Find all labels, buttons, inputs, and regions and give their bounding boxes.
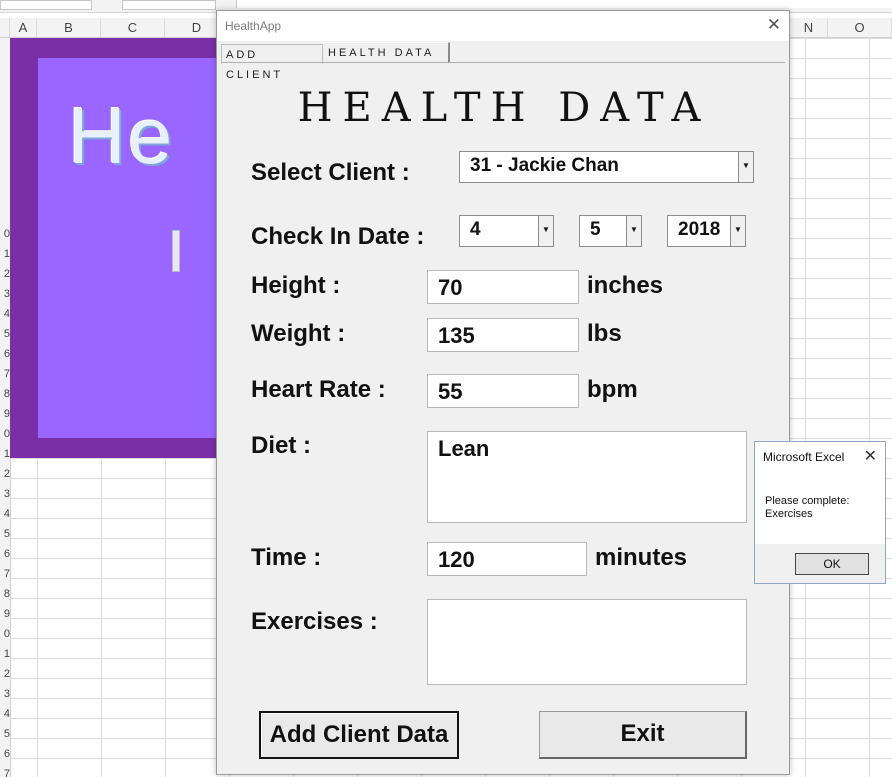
banner-button-edge[interactable]: [172, 230, 180, 272]
row-header[interactable]: 0: [0, 628, 10, 640]
year-select[interactable]: 2018 ▼: [667, 215, 746, 247]
heart-rate-label: Heart Rate :: [251, 376, 386, 403]
row-header[interactable]: 1: [0, 648, 10, 660]
row-header[interactable]: 5: [0, 528, 10, 540]
row-header[interactable]: 3: [0, 288, 10, 300]
message-line-2: Exercises: [765, 508, 813, 520]
row-header[interactable]: 2: [0, 468, 10, 480]
diet-label: Diet :: [251, 432, 311, 459]
row-header[interactable]: 5: [0, 328, 10, 340]
banner-title: He: [68, 91, 175, 180]
row-header[interactable]: 7: [0, 768, 10, 777]
formula-input[interactable]: [236, 0, 892, 8]
name-box[interactable]: [0, 0, 92, 10]
row-header[interactable]: 8: [0, 588, 10, 600]
message-box-title: Microsoft Excel: [763, 450, 845, 464]
row-header[interactable]: 6: [0, 348, 10, 360]
year-select-value: 2018: [678, 219, 721, 240]
row-header[interactable]: 5: [0, 728, 10, 740]
row-header[interactable]: 1: [0, 248, 10, 260]
column-header-a[interactable]: A: [10, 18, 37, 38]
weight-label: Weight :: [251, 320, 346, 347]
message-box-footer: OK: [755, 544, 885, 583]
row-header[interactable]: 9: [0, 408, 10, 420]
day-select[interactable]: 5 ▼: [579, 215, 642, 247]
add-client-data-button[interactable]: Add Client Data: [259, 711, 459, 759]
row-header[interactable]: 2: [0, 268, 10, 280]
formula-dropdown[interactable]: [122, 0, 216, 10]
month-select[interactable]: 4 ▼: [459, 215, 554, 247]
row-header[interactable]: 6: [0, 748, 10, 760]
column-header-n[interactable]: N: [790, 18, 828, 38]
exit-button[interactable]: Exit: [539, 711, 747, 759]
exercises-label: Exercises :: [251, 608, 378, 635]
exercises-textarea[interactable]: [427, 599, 747, 685]
chevron-down-icon[interactable]: ▼: [738, 151, 754, 183]
diet-textarea[interactable]: Lean: [427, 431, 747, 523]
tab-health-data[interactable]: HEALTH DATA: [324, 42, 450, 62]
client-select[interactable]: 31 - Jackie Chan ▼: [459, 151, 754, 183]
heart-rate-input[interactable]: 55: [427, 374, 579, 408]
chevron-down-icon[interactable]: ▼: [626, 215, 642, 247]
row-header[interactable]: 7: [0, 368, 10, 380]
weight-unit: lbs: [587, 320, 622, 347]
row-header[interactable]: 3: [0, 488, 10, 500]
row-header[interactable]: 0: [0, 428, 10, 440]
time-input[interactable]: 120: [427, 542, 587, 576]
day-select-value: 5: [590, 219, 601, 240]
height-unit: inches: [587, 272, 664, 299]
time-label: Time :: [251, 544, 322, 571]
column-header-b[interactable]: B: [37, 18, 101, 38]
time-unit: minutes: [595, 544, 688, 571]
row-header[interactable]: 2: [0, 668, 10, 680]
row-header[interactable]: 8: [0, 388, 10, 400]
message-box-text: Please complete: Exercises: [765, 495, 849, 521]
check-in-date-label: Check In Date :: [251, 223, 425, 250]
health-app-form: HealthApp ✕ ADD CLIENT HEALTH DATA HEALT…: [216, 10, 790, 775]
chevron-down-icon[interactable]: ▼: [730, 215, 746, 247]
row-header[interactable]: 7: [0, 568, 10, 580]
row-header[interactable]: 4: [0, 708, 10, 720]
row-header[interactable]: 4: [0, 508, 10, 520]
form-title-bar: HealthApp ✕: [217, 11, 789, 41]
height-label: Height :: [251, 272, 341, 299]
month-select-value: 4: [470, 219, 481, 240]
select-client-label: Select Client :: [251, 159, 410, 186]
close-icon[interactable]: ✕: [767, 15, 781, 35]
row-header[interactable]: 0: [0, 228, 10, 240]
tab-add-client[interactable]: ADD CLIENT: [221, 44, 323, 81]
select-all-corner[interactable]: [0, 18, 10, 38]
tab-divider: [221, 62, 785, 63]
message-line-1: Please complete:: [765, 495, 850, 507]
row-header[interactable]: 3: [0, 688, 10, 700]
row-header[interactable]: 9: [0, 608, 10, 620]
weight-input[interactable]: 135: [427, 318, 579, 352]
row-header[interactable]: 1: [0, 448, 10, 460]
message-box: Microsoft Excel ✕ Please complete: Exerc…: [754, 441, 886, 584]
height-input[interactable]: 70: [427, 270, 579, 304]
column-header-c[interactable]: C: [101, 18, 165, 38]
column-header-o[interactable]: O: [828, 18, 892, 38]
close-icon[interactable]: ✕: [864, 446, 877, 466]
client-select-value: 31 - Jackie Chan: [470, 155, 619, 176]
row-header[interactable]: 4: [0, 308, 10, 320]
ok-button[interactable]: OK: [795, 553, 869, 575]
chevron-down-icon[interactable]: ▼: [538, 215, 554, 247]
form-title: HealthApp: [225, 19, 282, 33]
page-title: HEALTH DATA: [297, 85, 711, 131]
row-header[interactable]: 6: [0, 548, 10, 560]
heart-rate-unit: bpm: [587, 376, 638, 403]
